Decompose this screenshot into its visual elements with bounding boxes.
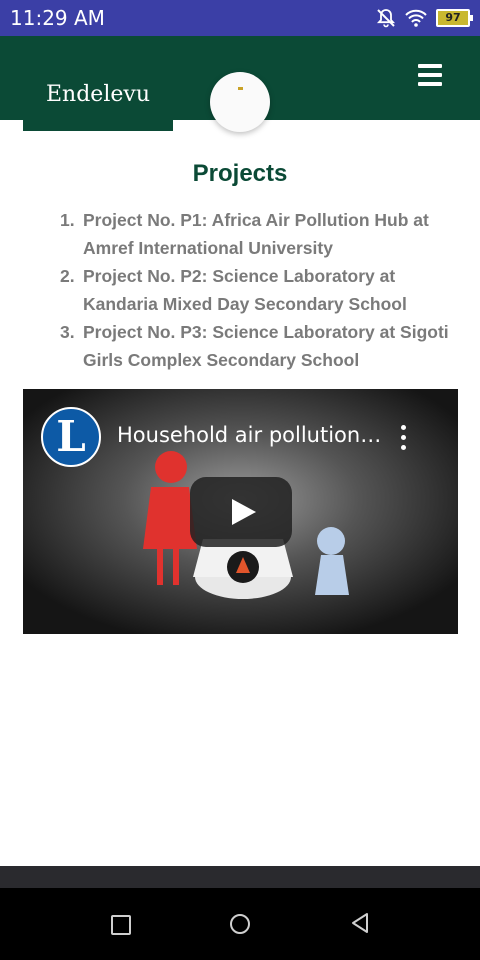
status-bar: 11:29 AM 97 [0,0,480,36]
battery-icon: 97 [436,9,473,27]
play-button[interactable] [190,477,292,547]
system-nav-bar [0,888,480,960]
home-icon[interactable] [230,914,250,934]
project-number: 1. [60,210,75,230]
project-item[interactable]: 3. Project No. P3: Science Laboratory at… [60,318,460,374]
notifications-off-icon [376,9,396,28]
status-icons: 97 [376,7,473,29]
play-icon [232,499,256,525]
wifi-icon [405,9,427,27]
video-title[interactable]: Household air pollution… [117,423,387,447]
recent-apps-icon[interactable] [111,915,131,935]
footer-strip [0,866,480,888]
child-figure [315,527,349,595]
project-link[interactable]: Project No. P2: Science Laboratory at Ka… [83,262,460,318]
project-item[interactable]: 1. Project No. P1: Africa Air Pollution … [60,206,460,262]
project-item[interactable]: 2. Project No. P2: Science Laboratory at… [60,262,460,318]
header-badge-icon [210,72,270,132]
project-link[interactable]: Project No. P3: Science Laboratory at Si… [83,318,460,374]
back-icon[interactable] [350,912,370,934]
battery-level: 97 [445,11,461,24]
project-number: 2. [60,266,75,286]
badge-dot [238,87,243,90]
project-link[interactable]: Project No. P1: Africa Air Pollution Hub… [83,206,460,262]
projects-list: 1. Project No. P1: Africa Air Pollution … [60,206,460,374]
status-time: 11:29 AM [10,6,105,30]
logo[interactable]: Endelevu [23,36,173,131]
project-number: 3. [60,322,75,342]
video-embed[interactable]: L Household air pollution… [23,389,458,634]
more-options-icon[interactable] [393,425,413,451]
hamburger-menu-icon[interactable] [418,64,442,86]
logo-text: Endelevu [46,82,150,107]
channel-logo-icon[interactable]: L [41,407,101,467]
page-title: Projects [192,160,288,187]
